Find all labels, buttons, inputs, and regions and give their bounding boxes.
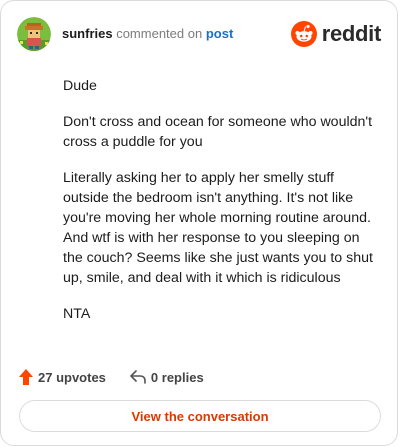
comment-header: sunfries commented on post reddit [17, 17, 381, 51]
replies-stat[interactable]: 0 replies [130, 370, 204, 385]
avatar[interactable] [17, 17, 51, 51]
reddit-wordmark: reddit [321, 21, 382, 46]
replies-count: 0 replies [150, 369, 204, 385]
view-conversation-button[interactable]: View the conversation [19, 400, 381, 432]
post-link[interactable]: post [206, 26, 233, 41]
upvotes-count: 27 upvotes [38, 369, 106, 385]
comment-stats: 27 upvotes 0 replies [19, 367, 204, 387]
pixel-avatar-icon [17, 17, 51, 51]
upvote-arrow-icon [19, 369, 33, 385]
username-link[interactable]: sunfries [62, 26, 113, 41]
action-text: commented on [116, 26, 203, 41]
comment-body: Dude Don't cross and ocean for someone w… [63, 76, 381, 340]
reply-arrow-icon [130, 370, 146, 384]
comment-paragraph: Literally asking her to apply her smelly… [63, 170, 373, 286]
comment-card: sunfries commented on post reddit Dude D… [0, 0, 398, 446]
comment-paragraph: Dude [63, 78, 97, 94]
comment-meta: sunfries commented on post [62, 26, 233, 42]
reddit-snoo-icon [290, 21, 317, 47]
comment-paragraph: Don't cross and ocean for someone who wo… [63, 114, 373, 150]
reddit-logo[interactable]: reddit [290, 20, 382, 48]
upvotes-stat[interactable]: 27 upvotes [19, 369, 106, 385]
comment-paragraph: NTA [63, 306, 91, 322]
